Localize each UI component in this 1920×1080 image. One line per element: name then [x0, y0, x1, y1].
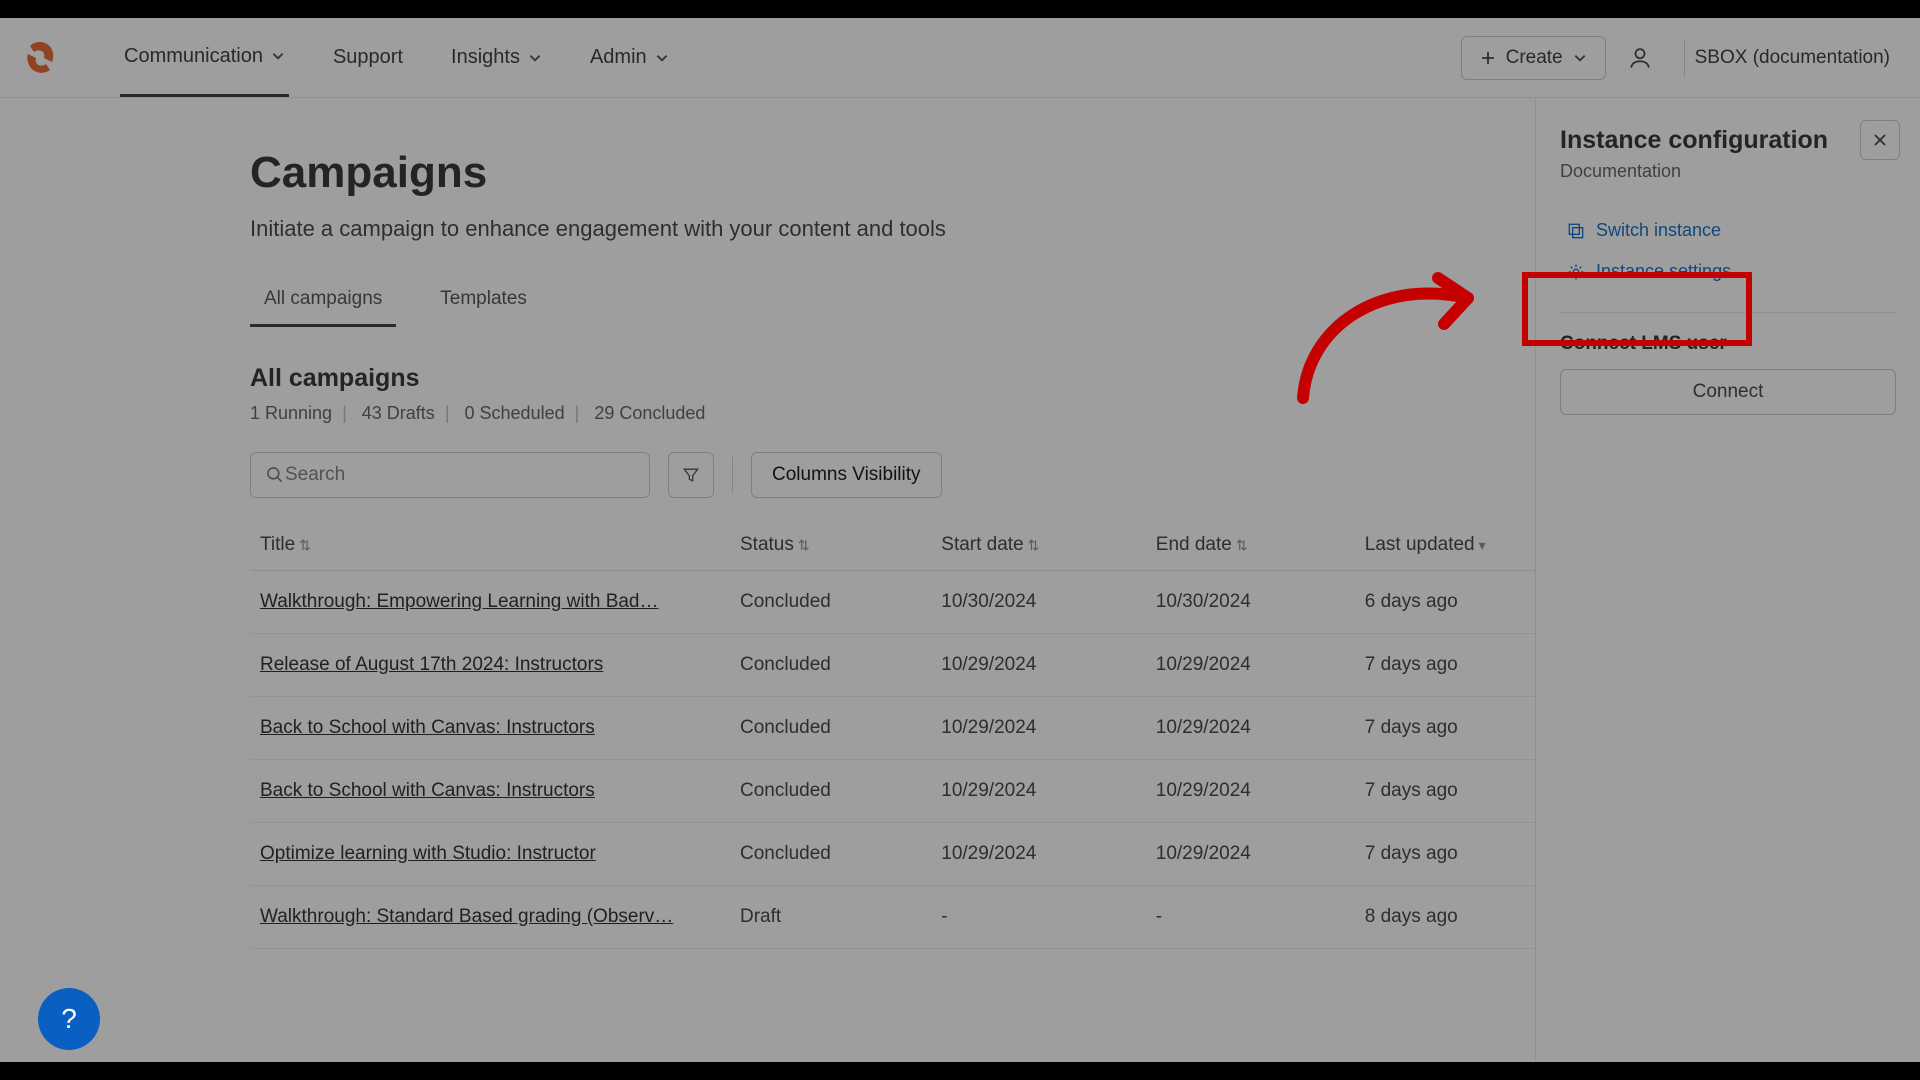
- dim-overlay: [0, 0, 1920, 1080]
- help-fab[interactable]: ?: [38, 988, 100, 1050]
